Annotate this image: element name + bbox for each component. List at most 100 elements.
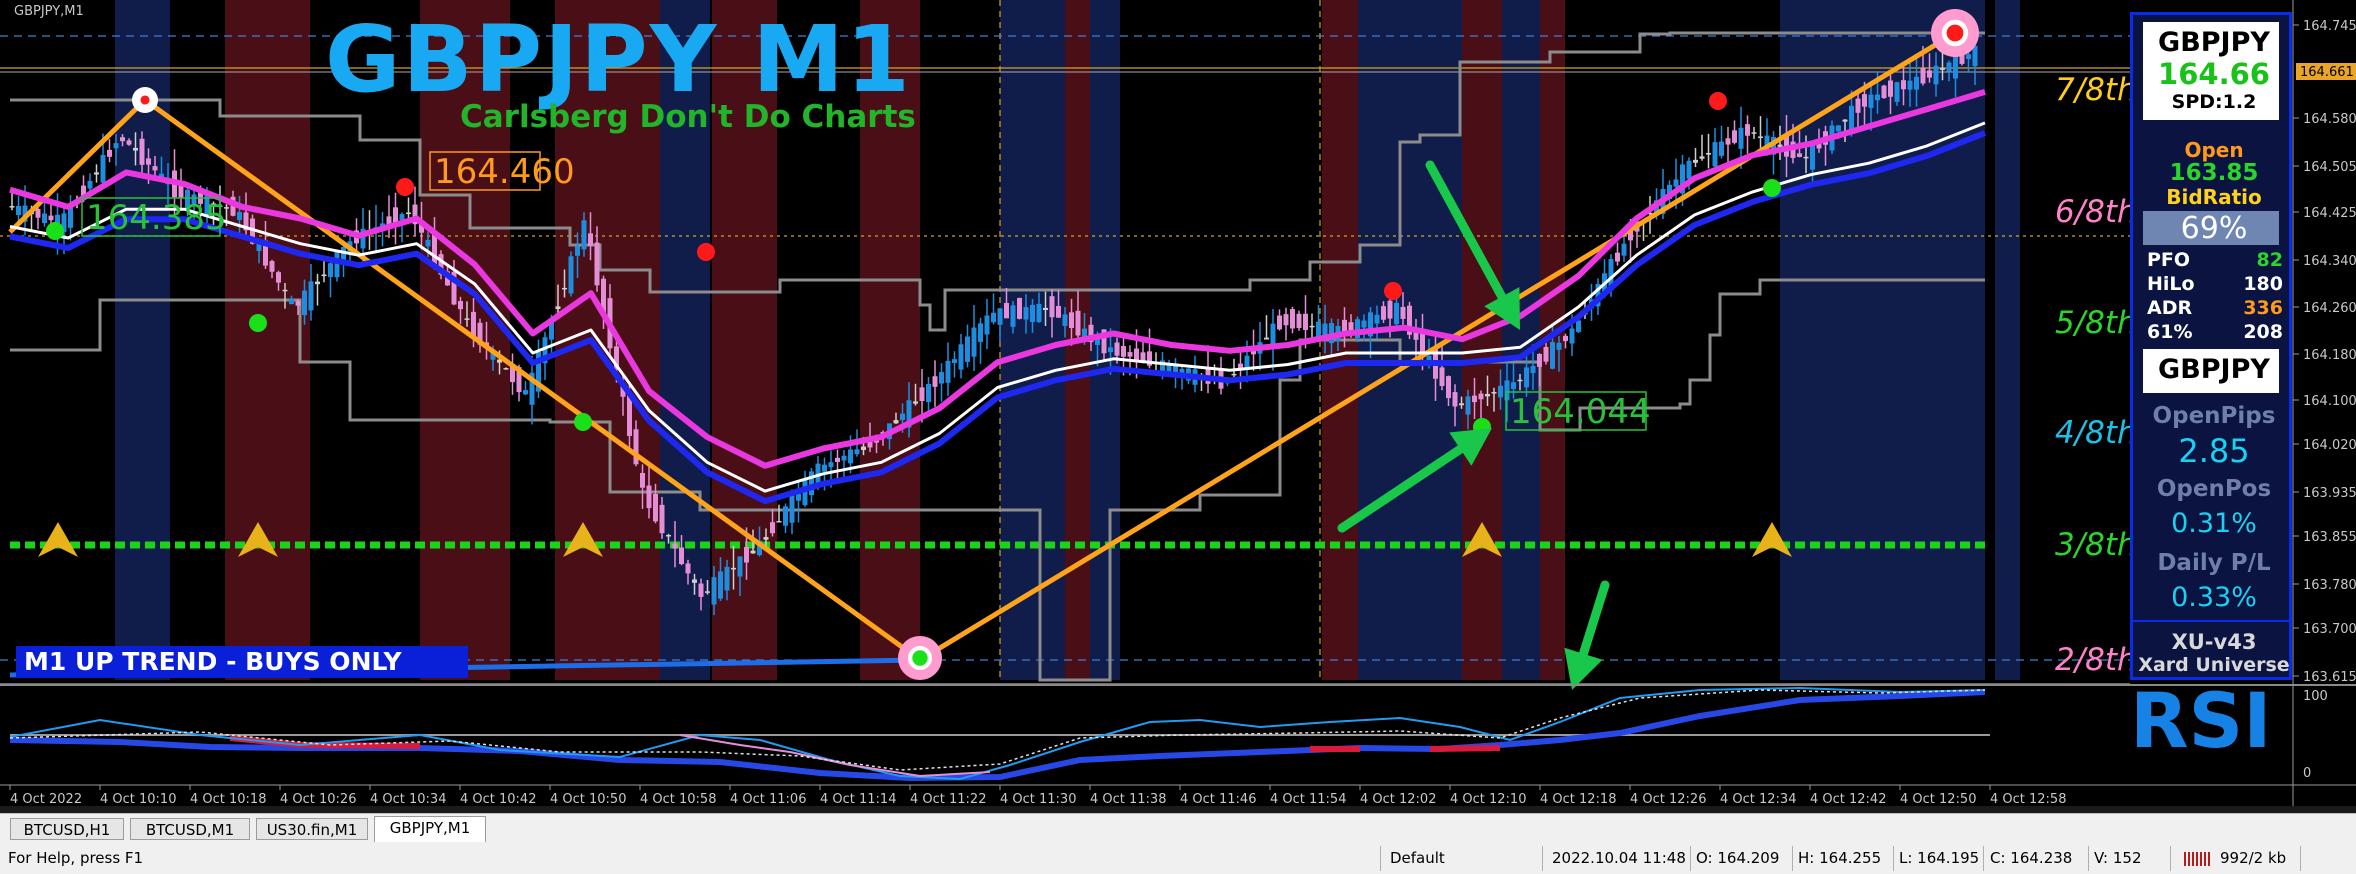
candle-body [1524,367,1529,388]
rsi-tick-label: 100 [2303,689,2328,704]
status-open: O: 164.209 [1696,849,1780,867]
session-band [1995,0,2020,680]
candle-body [107,149,112,157]
candle-body [1036,303,1042,323]
candle-body [1693,159,1698,163]
candle-body [1868,94,1874,108]
candle-body [1283,314,1289,326]
candle-body [698,583,704,597]
candle-body [822,464,827,472]
tab-gbpjpy-m1[interactable]: GBPJPY,M1 [374,816,486,842]
candle-body [321,274,327,277]
session-band [225,0,310,680]
pivot-dot [1946,24,1964,42]
y-tick-label: 164.180 [2303,348,2356,363]
candle-body [1686,160,1692,179]
candle-body [1751,132,1757,134]
candle-body [1511,382,1516,389]
candle-body [1004,302,1009,319]
y-tick-label: 164.580 [2303,112,2356,127]
stat-key: HiLo [2147,273,2195,295]
candle-body [1914,76,1919,90]
status-divider [1792,846,1793,871]
candle-body [1842,119,1848,122]
x-tick-label: 4 Oct 11:54 [1270,792,1346,807]
candle-body [1472,395,1477,403]
candle-body [146,158,151,165]
candle-body [731,567,736,570]
candle-body [1296,313,1302,329]
y-tick-label: 163.855 [2303,530,2356,545]
candle-body [978,323,983,342]
candle-body [269,261,275,272]
candle-body [1049,296,1055,318]
candle-body [555,306,561,310]
pivot-dot [912,650,928,666]
candle-body [848,449,853,464]
candle-body [282,289,288,292]
status-divider [1690,846,1691,871]
candle-body [1556,342,1562,350]
candle-body [120,137,125,142]
sell-signal-dot [1384,282,1402,300]
candle-body [1563,335,1568,342]
x-tick-label: 4 Oct 12:18 [1540,792,1616,807]
panel-divider [2133,620,2289,622]
candle-body [679,547,684,565]
candle-body [87,180,93,189]
candle-body [139,138,145,165]
candle-body [997,308,1003,325]
price-label: 164.385 [86,198,227,238]
candle-body [1491,392,1497,394]
stat-key: 61% [2147,321,2193,343]
candle-body [750,550,756,554]
murrey-level-label: 4/8th [2055,415,2137,451]
candle-body [1374,314,1380,324]
status-divider [2170,846,2171,871]
candle-body [1738,127,1744,149]
panel-brand: Xard Universe [2138,654,2290,676]
candle-body [672,543,678,549]
chart-tag: GBPJPY,M1 [14,4,84,19]
candle-body [1069,312,1074,328]
candle-body [744,546,749,563]
candle-body [1907,80,1913,90]
candle-body [302,290,307,316]
candle-body [932,376,938,387]
candle-body [763,536,769,540]
x-tick-label: 4 Oct 10:58 [640,792,716,807]
panel-bidratio-label: BidRatio [2166,185,2262,209]
candle-body [913,401,918,404]
x-tick-label: 4 Oct 10:50 [550,792,626,807]
candle-body [984,315,990,335]
candle-body [1316,321,1321,338]
candle-body [958,344,964,370]
y-tick-label: 163.935 [2303,486,2356,501]
tab-btcusd-h1[interactable]: BTCUSD,H1 [10,818,124,840]
x-tick-label: 4 Oct 10:34 [370,792,446,807]
candle-body [48,215,54,221]
candle-body [1719,141,1724,156]
x-tick-label: 4 Oct 10:26 [280,792,356,807]
candle-body [809,471,814,496]
tab-us30-m1[interactable]: US30.fin,M1 [256,818,368,840]
candle-body [126,140,132,145]
info-panel: GBPJPY 164.66 SPD:1.2 Open 163.85 BidRat… [2130,12,2292,680]
session-band [1780,0,1830,680]
y-tick-label: 163.615 [2303,670,2356,685]
candle-body [1231,373,1237,376]
candle-body [1966,54,1971,60]
chart-scroll-strip [0,806,2356,813]
candle-body [789,495,795,523]
murrey-level-label: 2/8th [2055,642,2137,678]
candle-body [1530,365,1536,374]
tab-btcusd-m1[interactable]: BTCUSD,M1 [130,818,250,840]
candle-body [659,504,665,534]
candle-body [1309,325,1315,328]
trend-banner: M1 UP TREND - BUYS ONLY [16,646,468,678]
murrey-level-label: 6/8th [2055,194,2137,230]
price-chart[interactable]: 7/8th 6/8th 5/8th 4/8th 3/8th 2/8th 164.460 16… [0,0,2356,874]
candle-body [770,522,775,534]
murrey-level-label: 5/8th [2055,305,2137,341]
candle-body [1576,320,1581,332]
